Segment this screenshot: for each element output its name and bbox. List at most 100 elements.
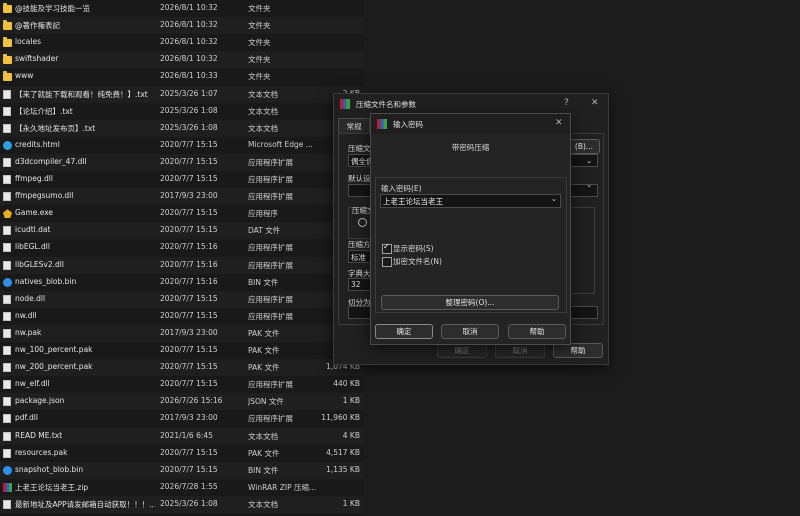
- file-date: 2025/3/26 1:08: [160, 498, 218, 508]
- help-icon[interactable]: ?: [564, 98, 569, 108]
- dictionary-value: 32: [351, 280, 361, 289]
- archive-dialog-titlebar[interactable]: 压缩文件名和参数 ? ✕: [334, 94, 608, 114]
- password-dialog-titlebar[interactable]: 输入密码 ✕: [371, 114, 570, 134]
- file-type: JSON 文件: [248, 397, 284, 407]
- encrypt-filenames-checkbox[interactable]: [382, 257, 392, 267]
- file-row[interactable]: swiftshader 2026/8/1 10:32 文件夹: [0, 51, 364, 69]
- file-name: pdf.dll: [15, 413, 38, 423]
- browse-button[interactable]: (B)...: [568, 139, 600, 154]
- file-row[interactable]: resources.pak 2020/7/7 15:15 PAK 文件 4,517 K…: [0, 445, 364, 462]
- password-cancel-button[interactable]: 取消: [441, 324, 499, 339]
- file-row[interactable]: nw_100_percent.pak 2020/7/7 15:15 PAK 文件: [0, 342, 364, 359]
- file-row[interactable]: 最新地址及APP请发邮箱自动获取！！！... 2025/3/26 1:08 文本文档…: [0, 495, 364, 513]
- file-row[interactable]: www 2026/8/1 10:33 文件夹: [0, 68, 364, 85]
- file-row[interactable]: node.dll 2020/7/7 15:15 应用程序扩展: [0, 290, 364, 308]
- file-row[interactable]: READ ME.txt 2021/1/6 6:45 文本文档 4 KB: [0, 427, 364, 445]
- file-row[interactable]: snapshot_blob.bin 2020/7/7 15:15 BIN 文件 1,1…: [0, 461, 364, 479]
- file-name: d3dcompiler_47.dll: [15, 156, 87, 166]
- password-cancel-label: 取消: [462, 327, 478, 336]
- organize-passwords-button[interactable]: 整理密码(O)...: [381, 295, 559, 310]
- file-type: 应用程序扩展: [248, 311, 293, 321]
- archive-help-button[interactable]: 帮助: [553, 343, 603, 358]
- chevron-down-icon[interactable]: ⌄: [586, 180, 592, 189]
- show-password-checkbox[interactable]: [382, 242, 392, 254]
- file-row[interactable]: nw.dll 2020/7/7 15:15 应用程序扩展: [0, 308, 364, 325]
- password-ok-button[interactable]: 确定: [375, 324, 433, 339]
- file-row[interactable]: ffmpegsumo.dll 2017/9/3 23:00 应用程序扩展: [0, 188, 364, 206]
- file-date: 2020/7/7 15:16: [160, 242, 218, 252]
- file-type: 应用程序扩展: [248, 414, 293, 424]
- file-row[interactable]: libEGL.dll 2020/7/7 15:16 应用程序扩展: [0, 239, 364, 256]
- file-type: 文本文档: [248, 431, 278, 441]
- password-input[interactable]: 上老王论坛当老王 ⌄: [380, 194, 561, 208]
- archive-cancel-button[interactable]: 取消: [495, 343, 545, 358]
- file-row[interactable]: ffmpeg.dll 2020/7/7 15:15 应用程序扩展: [0, 171, 364, 188]
- file-size: 440 KB: [333, 379, 360, 389]
- file-icon: [3, 175, 11, 184]
- archive-ok-button[interactable]: 确定: [437, 343, 487, 358]
- file-date: 2020/7/7 15:15: [160, 379, 218, 389]
- method-label: 压缩方: [348, 240, 371, 249]
- file-row[interactable]: package.json 2026/7/26 15:16 JSON 文件 1 KB: [0, 393, 364, 411]
- tab-general[interactable]: 常规: [338, 118, 370, 134]
- file-type: 应用程序扩展: [248, 243, 293, 253]
- winrar-icon: [377, 119, 387, 129]
- password-dialog-title: 输入密码: [393, 119, 423, 129]
- format-radio[interactable]: [358, 218, 367, 227]
- file-row[interactable]: 【来了就能下载和观看！纯免费！】.txt2025/3/26 1:07文本文档2 …: [0, 85, 364, 103]
- file-row[interactable]: Game.exe 2020/7/7 15:15 应用程序: [0, 205, 364, 222]
- password-help-button[interactable]: 帮助: [508, 324, 566, 339]
- file-row[interactable]: locales 2026/8/1 10:32 文件夹: [0, 34, 364, 51]
- file-row[interactable]: nw.pak 2017/9/3 23:00 PAK 文件: [0, 324, 364, 342]
- file-icon: [3, 294, 11, 304]
- file-date: 2020/7/7 15:15: [160, 225, 218, 235]
- file-row[interactable]: libGLESv2.dll 2020/7/7 15:16 应用程序扩展: [0, 256, 364, 274]
- file-icon: [3, 192, 11, 202]
- file-row[interactable]: 【永久地址发布页】.txt 2025/3/26 1:08 文本文档: [0, 119, 364, 137]
- file-name: ffmpegsumo.dll: [15, 191, 74, 201]
- file-row[interactable]: icudtl.dat 2020/7/7 15:15 DAT 文件: [0, 222, 364, 240]
- blob-icon: [3, 277, 12, 287]
- file-row[interactable]: pdf.dll 2017/9/3 23:00 应用程序扩展 11,960 KB: [0, 410, 364, 427]
- winrar-icon: [340, 99, 350, 109]
- file-icon: [3, 431, 11, 441]
- file-row[interactable]: nw_200_percent.pak 2020/7/7 15:15 PAK 文件 1,…: [0, 359, 364, 377]
- file-name: nw_100_percent.pak: [15, 345, 93, 354]
- file-type: WinRAR ZIP 压缩...: [248, 482, 317, 492]
- close-icon[interactable]: ✕: [555, 118, 563, 128]
- file-name: 最新地址及APP请发邮箱自动获取！！！...: [15, 499, 155, 509]
- file-row[interactable]: d3dcompiler_47.dll 2020/7/7 15:15 应用程序扩展: [0, 153, 364, 171]
- file-type: Microsoft Edge ...: [248, 139, 313, 149]
- chevron-down-icon[interactable]: ⌄: [551, 194, 557, 203]
- file-name: locales: [15, 37, 41, 47]
- zip-icon: [3, 482, 12, 492]
- file-row[interactable]: credits.html 2020/7/7 15:15 Microsoft Edge…: [0, 137, 364, 154]
- file-type: 文本文档: [248, 499, 278, 509]
- file-row[interactable]: @著作権表記 2026/8/1 10:32 文件夹: [0, 17, 364, 35]
- file-date: 2020/7/7 15:15: [160, 293, 218, 303]
- file-date: 2017/9/3 23:00: [160, 327, 218, 337]
- file-type: DAT 文件: [248, 226, 281, 236]
- method-value: 标准: [351, 253, 366, 262]
- file-date: 2026/8/1 10:32: [160, 3, 218, 12]
- file-name: snapshot_blob.bin: [15, 464, 84, 474]
- file-date: 2020/7/7 15:16: [160, 259, 218, 269]
- folder-icon: [3, 71, 12, 82]
- archive-help-label: 帮助: [570, 346, 586, 355]
- file-date: 2025/3/26 1:07: [160, 88, 218, 98]
- file-date: 2020/7/7 15:15: [160, 447, 218, 457]
- close-icon[interactable]: ✕: [591, 98, 599, 108]
- file-row[interactable]: natives_blob.bin 2020/7/7 15:16 BIN 文件: [0, 274, 364, 291]
- file-icon: [3, 397, 11, 407]
- file-row[interactable]: 上老王论坛当老王.zip 2026/7/28 1:55 WinRAR ZIP 压缩.…: [0, 479, 364, 496]
- file-row[interactable]: nw_elf.dll 2020/7/7 15:15 应用程序扩展 440 KB: [0, 376, 364, 393]
- file-date: 2021/1/6 6:45: [160, 430, 213, 440]
- archive-ok-label: 确定: [454, 346, 470, 355]
- file-icon: [3, 89, 11, 99]
- file-row[interactable]: @技能及学习技能一览 2026/8/1 10:32 文件夹: [0, 0, 364, 17]
- file-name: READ ME.txt: [15, 430, 63, 440]
- chevron-down-icon[interactable]: ⌄: [586, 156, 592, 165]
- folder-icon: [3, 54, 12, 65]
- file-date: 2026/8/1 10:33: [160, 71, 218, 81]
- file-row[interactable]: 【论坛介绍】.txt 2025/3/26 1:08 文本文档: [0, 103, 364, 120]
